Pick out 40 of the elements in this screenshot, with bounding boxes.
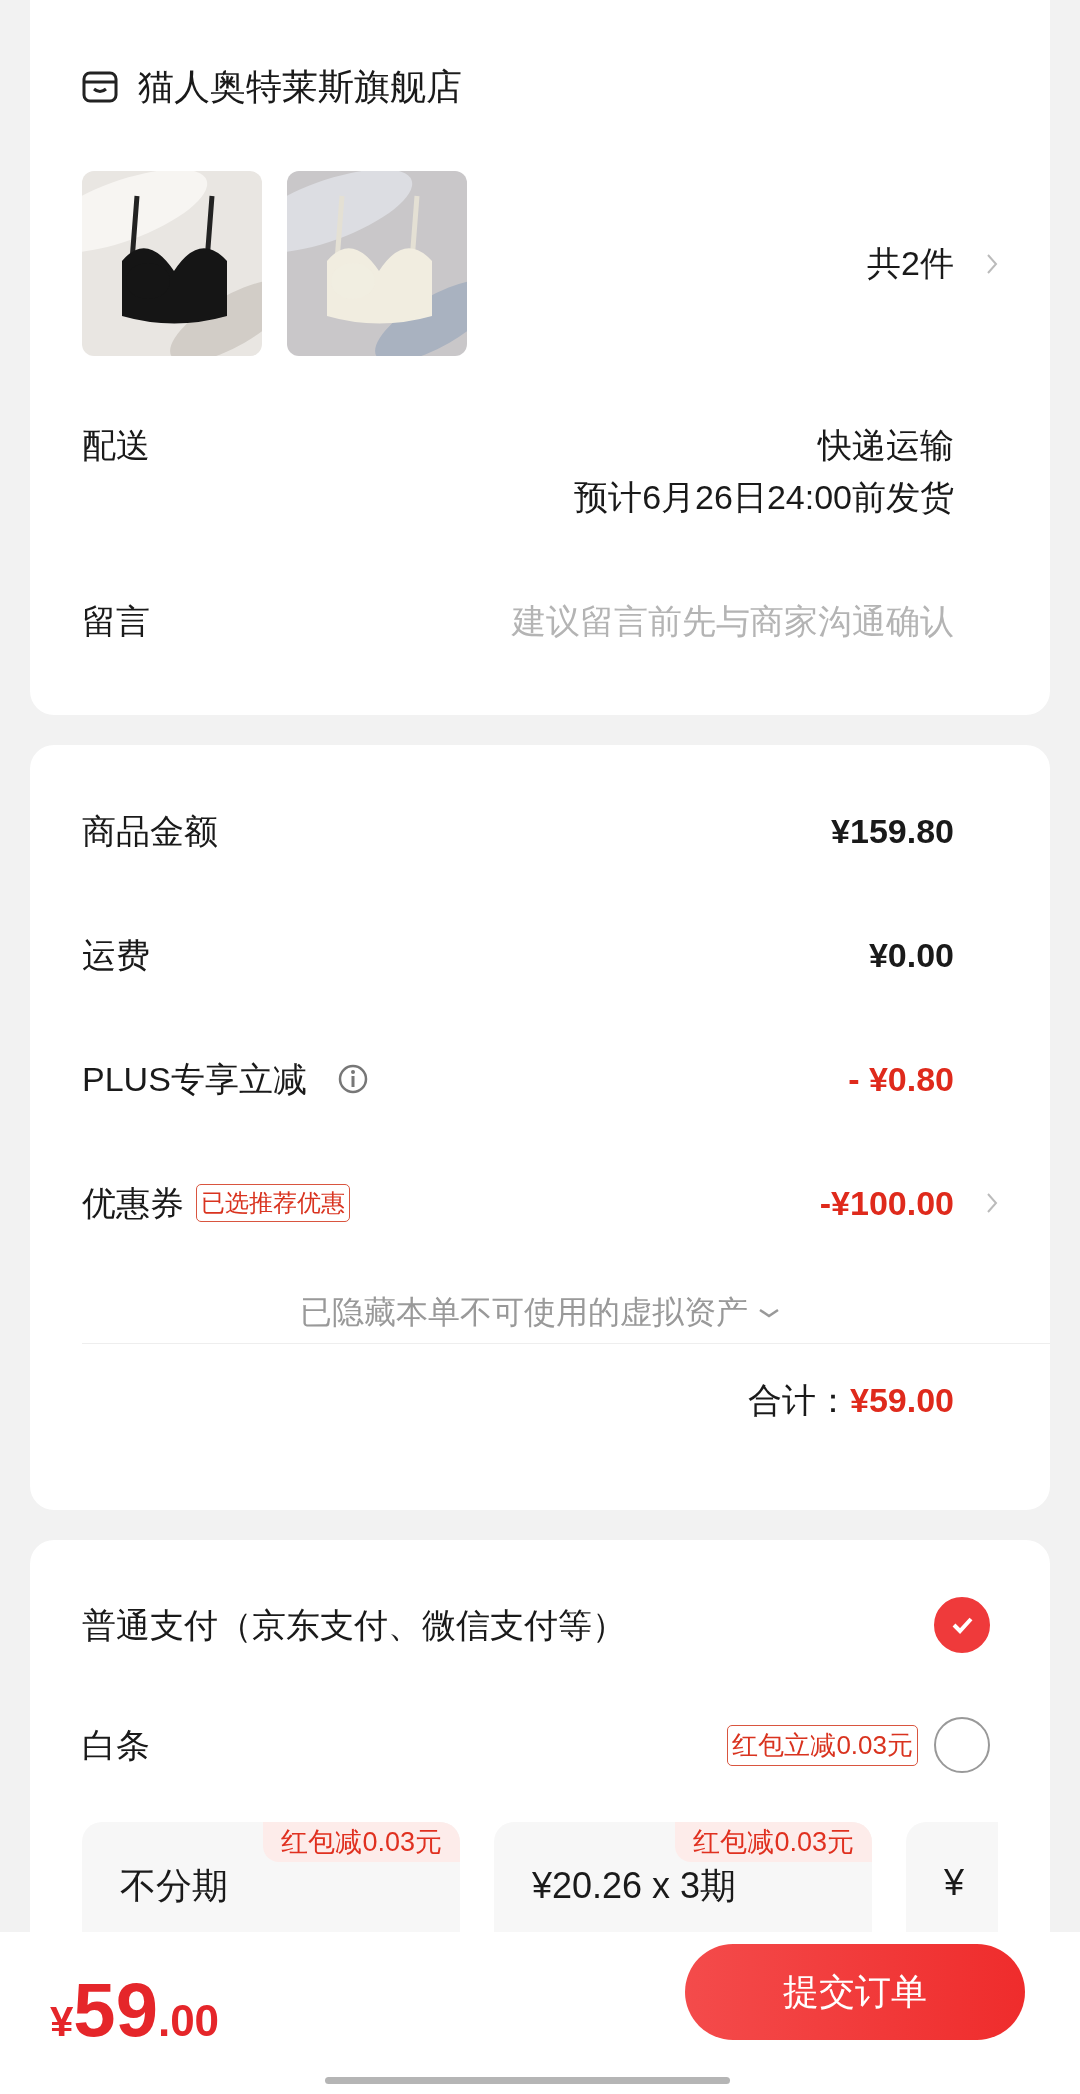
chevron-icon [986,252,998,275]
payment-option[interactable]: 普通支付（京东支付、微信支付等） [82,1599,626,1651]
info-icon[interactable] [336,1063,369,1095]
installment-card[interactable]: 红包减0.03元 ¥20.26 x 3期 [494,1822,872,1932]
price-value: ¥0.00 [868,935,954,975]
delivery-label: 配送 [82,425,150,466]
price-decimal: .00 [157,1996,220,2046]
currency-sign: ¥ [50,1998,74,2046]
installment-card[interactable]: 红包减0.03元 不分期 [82,1822,460,1932]
installment-card[interactable]: ¥ [906,1822,998,1932]
store-icon [82,71,118,103]
coupon-tag: 已选推荐优惠 [196,1184,350,1222]
checked-radio[interactable] [934,1597,990,1653]
delivery-eta: 预计6月26日24:00前发货 [574,477,954,518]
price-label: 商品金额 [82,811,218,852]
price-value: -¥100.00 [819,1183,954,1223]
price-label: 运费 [82,935,150,976]
promo-tag: 红包减0.03元 [675,1822,872,1862]
payment-option[interactable]: 白条 [82,1719,150,1771]
chevron-down-icon[interactable] [758,1307,780,1319]
chevron-icon[interactable] [986,1192,998,1214]
price-value: - ¥0.80 [848,1059,954,1099]
submit-order-button[interactable]: 提交订单 [685,1944,1025,2040]
plan-title: 不分期 [120,1864,229,1908]
message-field[interactable]: 建议留言前先与商家沟通确认 [150,595,954,647]
plan-title: ¥ [944,1862,966,1904]
delivery-method: 快递运输 [818,425,954,466]
radio-button[interactable] [934,1717,990,1773]
promo-tag: 红包立减0.03元 [727,1724,918,1766]
total-label: 合计： [748,1380,850,1421]
price-integer: 59 [73,1966,158,2053]
message-label: 留言 [82,601,150,642]
price-label: 优惠券 [82,1183,184,1224]
store-name[interactable]: 猫人奥特莱斯旗舰店 [138,62,462,112]
total-value: ¥59.00 [850,1380,954,1420]
item-count[interactable]: 共2件 [867,240,954,287]
promo-tag: 红包减0.03元 [263,1822,460,1862]
plan-title: ¥20.26 x 3期 [532,1864,738,1908]
price-label: PLUS专享立减 [82,1059,307,1100]
price-value: ¥159.80 [831,811,954,851]
